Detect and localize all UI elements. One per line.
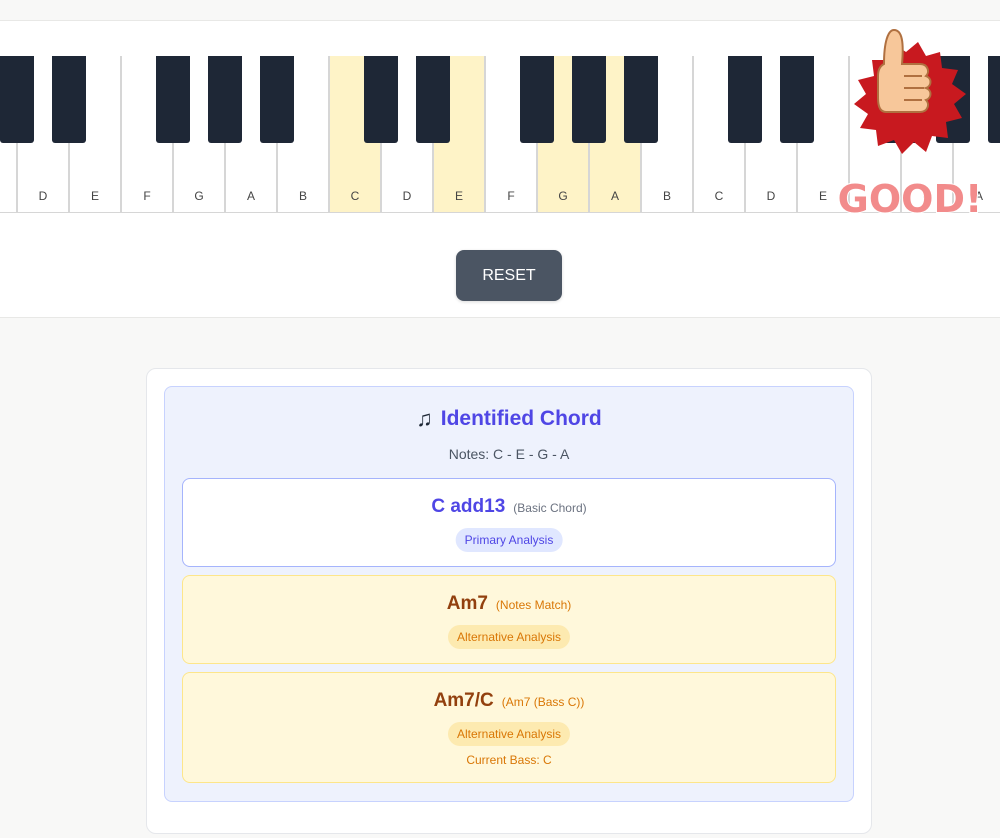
black-key[interactable] xyxy=(416,56,450,143)
key-label: D xyxy=(402,189,412,203)
black-key[interactable] xyxy=(572,56,606,143)
black-key[interactable] xyxy=(208,56,242,143)
key-label: E xyxy=(90,189,99,203)
chord-type: (Basic Chord) xyxy=(513,501,587,515)
sticker-text: GOOD! xyxy=(838,177,983,221)
analysis-badge: Alternative Analysis xyxy=(447,722,571,746)
black-key[interactable] xyxy=(780,56,814,143)
black-key[interactable] xyxy=(728,56,762,143)
key-label: B xyxy=(662,189,671,203)
key-label: G xyxy=(194,189,204,203)
alternative-analysis-box: Am7/C (Am7 (Bass C)) Alternative Analysi… xyxy=(182,672,836,783)
key-label: E xyxy=(454,189,463,203)
key-label: C xyxy=(714,189,724,203)
black-key[interactable] xyxy=(0,56,34,143)
chord-notes: Notes: C - E - G - A xyxy=(448,446,570,462)
chord-name: Am7/C xyxy=(433,690,494,711)
analysis-badge: Primary Analysis xyxy=(455,528,563,552)
black-key[interactable] xyxy=(156,56,190,143)
chord-title: ♫ Identified Chord xyxy=(164,406,854,432)
thumbs-up-icon: GOOD! xyxy=(837,28,983,222)
chord-type: (Am7 (Bass C)) xyxy=(501,695,585,709)
reset-button[interactable]: RESET xyxy=(456,250,562,301)
key-label: A xyxy=(610,189,619,203)
key-label: D xyxy=(766,189,776,203)
current-bass: Current Bass: C xyxy=(466,753,552,767)
key-label: F xyxy=(143,189,151,203)
key-label: C xyxy=(350,189,360,203)
chord-title-text: Identified Chord xyxy=(440,407,602,430)
key-label: F xyxy=(507,189,515,203)
black-key[interactable] xyxy=(624,56,658,143)
key-label: B xyxy=(298,189,307,203)
primary-analysis-box: C add13 (Basic Chord) Primary Analysis xyxy=(182,478,836,567)
music-note-icon: ♫ xyxy=(416,406,433,431)
alternative-analysis-box: Am7 (Notes Match) Alternative Analysis xyxy=(182,575,836,664)
black-key[interactable] xyxy=(364,56,398,143)
chord-name: C add13 xyxy=(431,496,506,517)
key-label: G xyxy=(558,189,568,203)
analysis-badge: Alternative Analysis xyxy=(447,625,571,649)
chord-type: (Notes Match) xyxy=(495,598,572,612)
black-key[interactable] xyxy=(52,56,86,143)
black-key[interactable] xyxy=(260,56,294,143)
key-label: D xyxy=(38,189,48,203)
key-label: A xyxy=(246,189,255,203)
black-key[interactable] xyxy=(520,56,554,143)
chord-name: Am7 xyxy=(446,593,488,614)
